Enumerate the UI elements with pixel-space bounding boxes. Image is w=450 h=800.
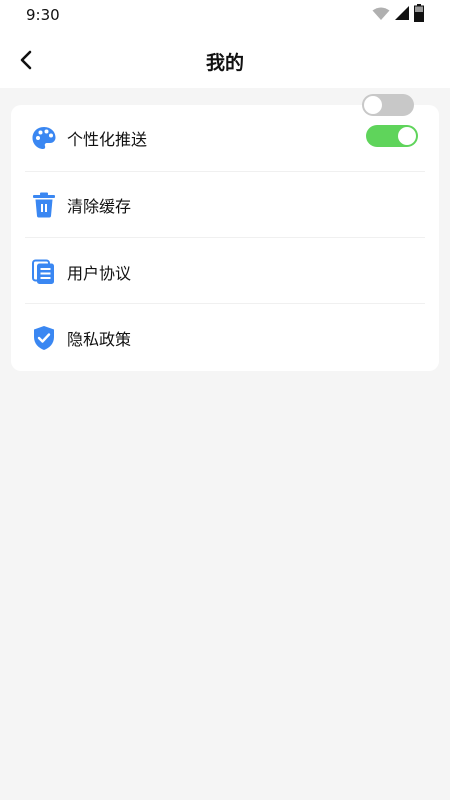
battery-icon: [414, 4, 424, 26]
settings-item-label: 隐私政策: [67, 330, 132, 349]
toggle-knob: [364, 96, 382, 114]
settings-item-user-agreement[interactable]: 用户协议: [11, 239, 439, 305]
toggle-knob: [398, 127, 416, 145]
settings-item-label: 清除缓存: [67, 197, 132, 216]
settings-item-label: 用户协议: [67, 264, 132, 283]
shield-check-icon: [31, 325, 57, 351]
status-bar: 9:30: [0, 0, 450, 30]
status-time: 9:30: [26, 6, 60, 24]
top-app-bar: 我的: [0, 30, 450, 88]
divider: [25, 303, 425, 304]
settings-card: 个性化推送 清除缓存 用户协议 隐私政策: [11, 105, 439, 371]
divider: [25, 237, 425, 238]
settings-item-label: 个性化推送: [67, 130, 148, 149]
push-toggle[interactable]: [366, 125, 418, 147]
palette-icon: [31, 125, 57, 151]
trash-icon: [31, 192, 57, 218]
cell-signal-icon: [394, 5, 410, 25]
wifi-icon: [372, 6, 390, 25]
settings-item-clear-cache[interactable]: 清除缓存: [11, 172, 439, 238]
page-title: 我的: [205, 52, 244, 74]
settings-item-privacy-policy[interactable]: 隐私政策: [11, 305, 439, 371]
status-icons: [372, 4, 424, 26]
document-icon: [31, 259, 57, 285]
floating-toggle[interactable]: [362, 94, 414, 116]
